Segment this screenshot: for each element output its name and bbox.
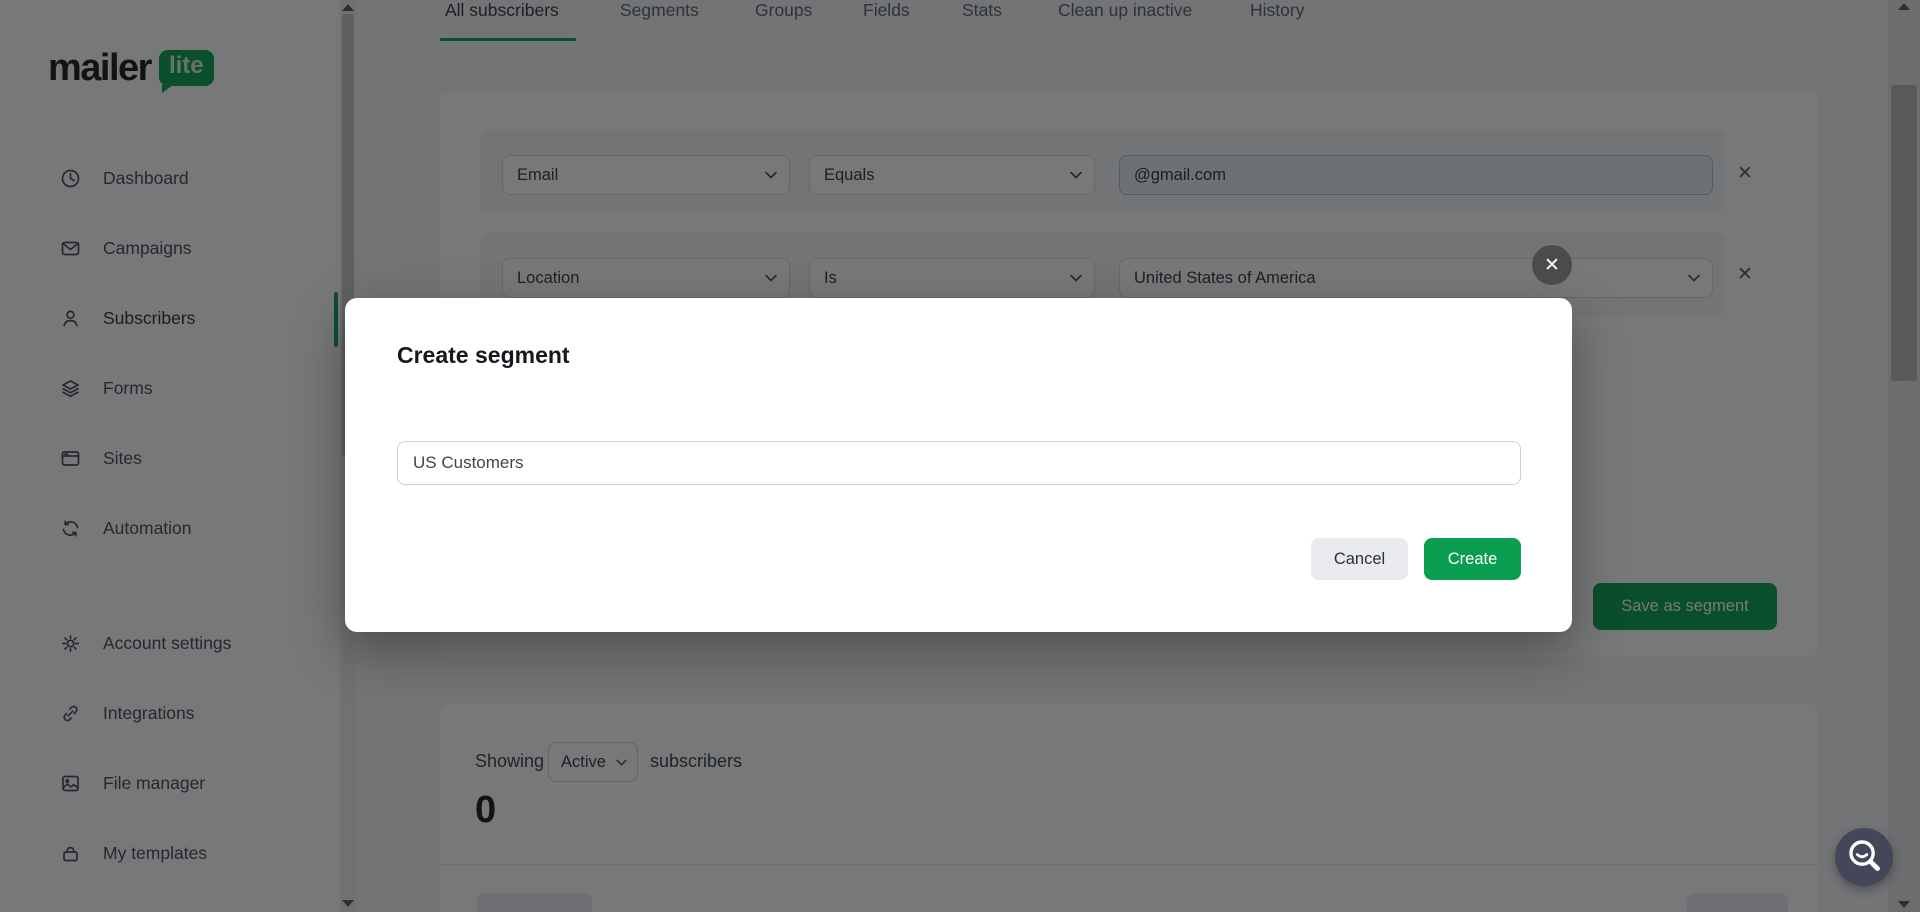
modal-close-button[interactable]: ✕ xyxy=(1532,245,1572,285)
create-segment-modal: Create segment Cancel Create xyxy=(345,298,1572,632)
modal-title: Create segment xyxy=(397,342,570,369)
close-icon: ✕ xyxy=(1544,254,1560,277)
create-button[interactable]: Create xyxy=(1424,538,1521,580)
cancel-button[interactable]: Cancel xyxy=(1311,538,1408,580)
segment-name-input[interactable] xyxy=(397,441,1521,485)
help-button[interactable] xyxy=(1835,828,1893,886)
help-magnifier-icon xyxy=(1836,828,1892,884)
